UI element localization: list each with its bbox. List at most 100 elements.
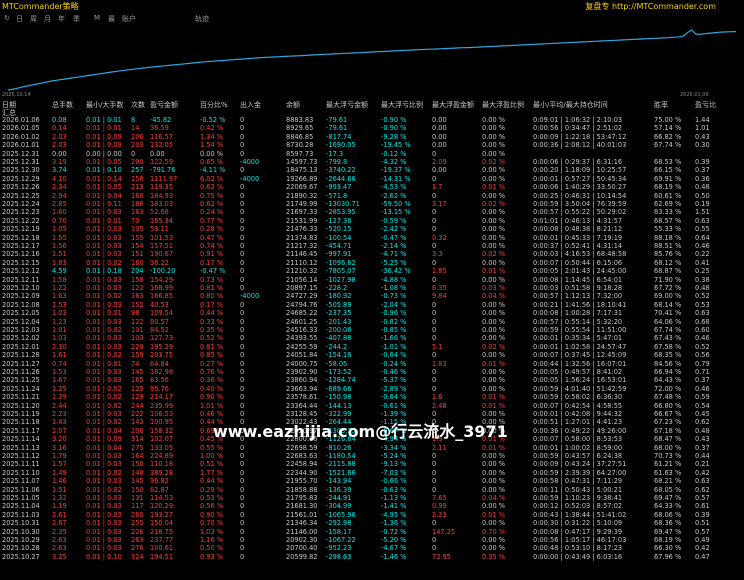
header-minmax[interactable]: 最小/大手数 bbox=[86, 100, 123, 110]
table-row[interactable]: 2025.12.19 1.05 0.01 | 0.03 105 59.11 0.28 % 0… bbox=[0, 225, 744, 233]
table-row[interactable]: 2025.11.20 2.44 0.01 | 0.02 244 235.99 1.01 %… bbox=[0, 402, 744, 410]
table-row[interactable]: 2025.12.03 1.01 0.01 | 0.02 101 84.52 0.35 % 0… bbox=[0, 326, 744, 334]
header-hold-time[interactable]: 最小/平均/最大持仓时间 bbox=[533, 100, 608, 110]
cell-minmax: 0.01 | 0.03 bbox=[86, 242, 122, 250]
cell-win: 68.12 % bbox=[654, 258, 682, 267]
toolbar-item-day[interactable]: 日 bbox=[16, 14, 23, 24]
table-row[interactable]: 2025.10.31 2.67 0.01 | 0.03 255 150.04 0.70 %… bbox=[0, 519, 744, 527]
toolbar-item-season[interactable]: 季 bbox=[73, 14, 80, 24]
table-row[interactable]: 2025.12.05 1.03 0.01 | 0.01 98 109.54 0.44 % 0… bbox=[0, 309, 744, 317]
table-row[interactable]: 2025.11.05 1.32 0.01 | 0.03 131 114.53 0.53 %… bbox=[0, 494, 744, 502]
header-flow[interactable]: 出入金 bbox=[240, 100, 261, 110]
table-row[interactable]: 2025.12.11 1.58 0.01 | 0.03 158 154.29 0.73 %… bbox=[0, 276, 744, 284]
table-row[interactable]: 2025.12.26 2.34 0.01 | 0.05 213 119.35 0.62 %… bbox=[0, 183, 744, 191]
table-row[interactable]: 2025.11.04 1.19 0.01 | 0.03 117 120.29 0.56 %… bbox=[0, 502, 744, 510]
cell-bal: 24685.22 bbox=[286, 309, 318, 318]
table-row[interactable]: 2025.12.08 1.53 0.01 | 0.03 152 40.53 0.17 % 0… bbox=[0, 301, 744, 309]
cell-win: 64.06 % bbox=[654, 317, 682, 326]
table-row[interactable]: 2025.11.11 1.57 0.01 | 0.03 150 110.18 0.51 %… bbox=[0, 460, 744, 468]
refresh-icon[interactable]: ↻ bbox=[2, 14, 12, 23]
cell-rr: 0.62 bbox=[695, 418, 710, 427]
header-lots[interactable]: 总手数 bbox=[52, 100, 73, 110]
table-row[interactable]: 2026.01.06 0.08 0.01 | 0.01 8 -45.82 -0.52 % 0… bbox=[0, 116, 744, 124]
cell-fpamt: 3.3 bbox=[432, 250, 443, 259]
table-row[interactable]: 2025.11.21 1.29 0.01 | 0.02 129 214.17 0.90 %… bbox=[0, 393, 744, 401]
cell-rr: 0.54 bbox=[695, 401, 710, 410]
toolbar-item-year[interactable]: 年 bbox=[58, 14, 65, 24]
table-row[interactable]: 2025.11.26 1.53 0.01 | 0.03 145 182.98 0.76 %… bbox=[0, 368, 744, 376]
table-row[interactable]: 2025.11.24 1.25 0.01 | 0.02 125 95.76 0.40 % 0… bbox=[0, 385, 744, 393]
table-row[interactable]: 2025.11.28 1.61 0.01 | 0.02 159 203.75 0.85 %… bbox=[0, 351, 744, 359]
cell-rr: 0.55 bbox=[695, 225, 710, 234]
header-pct[interactable]: 百分比% bbox=[200, 100, 228, 110]
table-row[interactable]: 2025.10.27 3.25 0.01 | 0.10 324 194.51 0.93 %… bbox=[0, 553, 744, 561]
header-count[interactable]: 次数 bbox=[131, 100, 145, 110]
table-row[interactable]: 2025.12.16 1.51 0.01 | 0.03 151 190.67 0.91 %… bbox=[0, 250, 744, 258]
toolbar-item-max[interactable]: 最 bbox=[108, 14, 115, 24]
header-fp-pct[interactable]: 最大浮盈比例 bbox=[482, 100, 524, 110]
cell-pct: 1.54 % bbox=[200, 141, 224, 150]
table-row[interactable]: 2025.12.24 2.85 0.01 | 0.11 186 183.03 0.62 %… bbox=[0, 200, 744, 208]
table-row[interactable]: 2025.11.27 0.74 0.01 | 0.01 74 64.84 0.27 % 0 2… bbox=[0, 360, 744, 368]
header-fp-amount[interactable]: 最大浮盈金额 bbox=[432, 100, 474, 110]
table-row[interactable]: 2025.11.10 1.49 0.01 | 0.02 149 389.28 1.77 %… bbox=[0, 469, 744, 477]
toolbar-item-account[interactable]: 账户 bbox=[122, 14, 136, 24]
table-row[interactable]: 2025.12.09 1.63 0.01 | 0.02 163 166.85 0.80 %… bbox=[0, 292, 744, 300]
table-row[interactable]: 2025.12.30 3.74 0.01 | 0.10 257 -791.76 -4.11… bbox=[0, 166, 744, 174]
table-row[interactable]: 2025.12.25 2.94 0.01 | 0.04 160 184.93 0.75 %… bbox=[0, 192, 744, 200]
site-link[interactable]: 复盘专 http://MTCommander.com bbox=[585, 1, 716, 12]
cell-pnl: 168.99 bbox=[150, 284, 174, 292]
header-dd-pct[interactable]: 最大浮亏比例 bbox=[381, 100, 423, 110]
table-row[interactable]: 2025.11.12 1.79 0.01 | 0.03 164 224.89 1.00 %… bbox=[0, 452, 744, 460]
cell-rr: 1.51 bbox=[695, 208, 710, 217]
toolbar-item-m[interactable]: M bbox=[94, 14, 100, 22]
table-row[interactable]: 2025.10.30 2.35 0.01 | 0.03 226 218.75 1.03 %… bbox=[0, 528, 744, 536]
cell-rr: 0.63 bbox=[695, 309, 710, 318]
table-row[interactable]: 2026.01.05 0.14 0.01 | 0.01 14 36.59 0.42 % 0 8… bbox=[0, 124, 744, 132]
cell-lots: 1.51 bbox=[52, 250, 67, 259]
table-row[interactable]: 2025.12.15 1.63 0.01 | 0.02 160 36.22 0.17 % 0… bbox=[0, 259, 744, 267]
cell-ddamt: -173.52 bbox=[326, 368, 352, 376]
table-row[interactable]: 2025.11.06 1.51 0.01 | 0.02 150 62.87 0.29 % 0… bbox=[0, 486, 744, 494]
table-row[interactable]: 2025.12.29 4.10 0.01 | 0.14 158 1111.97 6.02 … bbox=[0, 175, 744, 183]
table-row[interactable]: 2025.12.31 3.19 0.01 | 0.05 290 122.59 0.65 %… bbox=[0, 158, 744, 166]
header-balance[interactable]: 余额 bbox=[286, 100, 300, 110]
toolbar-item-week[interactable]: 周 bbox=[30, 14, 37, 24]
table-row[interactable]: 2025.10.28 2.63 0.01 | 0.03 276 100.61 0.50 %… bbox=[0, 544, 744, 552]
cell-date: 2026.01.02 bbox=[2, 132, 40, 141]
table-row[interactable]: 2026.01.02 2.03 0.01 | 0.09 206 116.57 1.34 %… bbox=[0, 133, 744, 141]
cell-lots: 2.34 bbox=[52, 183, 67, 192]
table-row[interactable]: 2025.11.03 2.61 0.01 | 0.03 260 193.27 0.90 %… bbox=[0, 511, 744, 519]
cell-hold: 0:00:59 | 2:39:39 | 64:27:00 bbox=[533, 468, 627, 477]
header-pnl[interactable]: 盈亏金额 bbox=[150, 100, 178, 110]
table-row[interactable]: 2025.12.04 1.23 0.01 | 0.03 122 80.57 0.33 % 0… bbox=[0, 318, 744, 326]
cell-minmax: 0.01 | 0.01 bbox=[86, 124, 122, 133]
table-row[interactable]: 2025.11.25 1.67 0.01 | 0.03 165 83.56 0.36 % 0… bbox=[0, 376, 744, 384]
cell-date: 2025.11.13 bbox=[2, 443, 40, 452]
table-row[interactable]: 2025.10.29 2.63 0.01 | 0.03 263 237.77 1.16 %… bbox=[0, 536, 744, 544]
table-row[interactable]: 2025.12.23 1.60 0.01 | 0.03 163 52.68 0.24 % 0… bbox=[0, 208, 744, 216]
cell-ddamt: -810.26 bbox=[326, 443, 352, 452]
header-dd-amount[interactable]: 最大浮亏金额 bbox=[326, 100, 368, 110]
cell-pct: 0.80 % bbox=[200, 292, 224, 301]
cell-ddpct: -2.04 % bbox=[381, 300, 407, 309]
table-row[interactable]: 2025.12.01 2.30 0.01 | 0.03 229 195.29 0.81 %… bbox=[0, 343, 744, 351]
table-row[interactable]: 2025.12.02 1.03 0.01 | 0.03 103 127.73 0.52 %… bbox=[0, 334, 744, 342]
cell-hold: 0:00:07 | 0:42:54 | 4:58:55 bbox=[533, 401, 623, 410]
table-row[interactable]: 2025.12.18 1.55 0.01 | 0.03 155 101.53 0.47 %… bbox=[0, 234, 744, 242]
table-row[interactable]: 2025.12.31 0.00 0.00 | 0.00 0 0.00 0.00 % 0 859… bbox=[0, 150, 744, 158]
table-row[interactable]: 2025.11.13 3.16 0.01 | 0.04 275 133.05 0.55 %… bbox=[0, 444, 744, 452]
table-row[interactable]: 2025.12.12 4.59 0.01 | 0.18 204 -100.20 -0.47… bbox=[0, 267, 744, 275]
table-row[interactable]: 2025.12.22 0.70 0.01 | 0.01 70 165.34 0.77 % 0… bbox=[0, 217, 744, 225]
toolbar-item-month[interactable]: 月 bbox=[44, 14, 51, 24]
cell-flow: 0 bbox=[240, 468, 245, 477]
header-winrate[interactable]: 胜率 bbox=[654, 100, 668, 110]
cell-fppct: 0.00 % bbox=[482, 368, 506, 376]
table-row[interactable]: 2025.11.07 1.46 0.01 | 0.03 145 96.82 0.44 % 0… bbox=[0, 477, 744, 485]
table-row[interactable]: 2025.12.17 1.56 0.01 | 0.03 154 157.51 0.74 %… bbox=[0, 242, 744, 250]
cell-minmax: 0.01 | 0.01 bbox=[86, 309, 122, 318]
table-row[interactable]: 2026.01.01 2.03 0.01 | 0.09 203 132.05 1.54 %… bbox=[0, 141, 744, 149]
header-rr[interactable]: 盈亏比 bbox=[695, 100, 716, 110]
cell-ddamt: -1067.22 bbox=[326, 536, 356, 544]
table-row[interactable]: 2025.12.10 1.22 0.01 | 0.03 122 168.99 0.81 %… bbox=[0, 284, 744, 292]
